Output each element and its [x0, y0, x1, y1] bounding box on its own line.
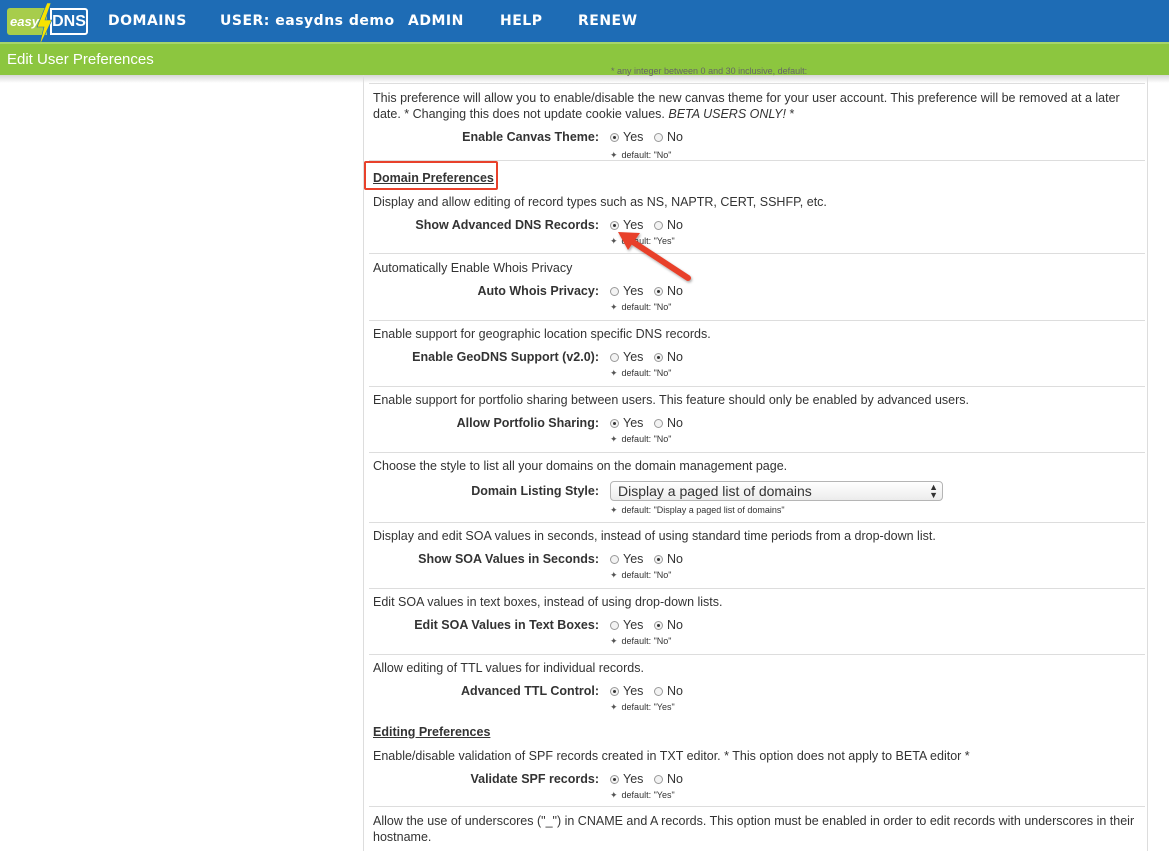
- pref-description: This preference will allow you to enable…: [373, 91, 1120, 121]
- default-note: ✦ default: "No": [610, 302, 672, 312]
- pref-label: Show SOA Values in Seconds:: [418, 552, 599, 566]
- radio-yes[interactable]: Yes: [610, 552, 643, 566]
- pref-row-whois-privacy: Automatically Enable Whois Privacy Auto …: [369, 255, 1145, 321]
- radio-no[interactable]: No: [654, 552, 683, 566]
- pref-row-portfolio-sharing: Enable support for portfolio sharing bet…: [369, 387, 1145, 453]
- radio-yes[interactable]: Yes: [610, 618, 643, 632]
- radio-yes[interactable]: Yes: [610, 772, 643, 786]
- radio-button[interactable]: [654, 555, 663, 564]
- nav-help[interactable]: HELP: [500, 13, 542, 29]
- radio-button[interactable]: [654, 687, 663, 696]
- pref-row-canvas-theme: This preference will allow you to enable…: [369, 83, 1145, 161]
- pref-row-geodns: Enable support for geographic location s…: [369, 321, 1145, 387]
- radio-button[interactable]: [654, 287, 663, 296]
- radio-button[interactable]: [654, 621, 663, 630]
- top-nav-bar: easy DNS DOMAINS USER: easydns demo ADMI…: [0, 0, 1169, 47]
- radio-yes[interactable]: Yes: [610, 416, 643, 430]
- pref-label: Advanced TTL Control:: [461, 684, 599, 698]
- radio-no[interactable]: No: [654, 618, 683, 632]
- annotation-arrow-icon: [618, 232, 691, 281]
- easydns-logo[interactable]: easy DNS: [4, 3, 88, 47]
- pref-label: Validate SPF records:: [470, 772, 599, 786]
- nav-admin[interactable]: ADMIN: [408, 13, 464, 29]
- radio-button[interactable]: [654, 419, 663, 428]
- pref-row-validate-spf: Enable/disable validation of SPF records…: [369, 745, 1145, 807]
- pref-row-ttl-control: Allow editing of TTL values for individu…: [369, 655, 1145, 721]
- default-note: ✦ default: "No": [610, 636, 672, 646]
- radio-yes[interactable]: Yes: [610, 350, 643, 364]
- pref-row-underscores: Allow the use of underscores ("_") in CN…: [369, 807, 1145, 851]
- pref-description: Edit SOA values in text boxes, instead o…: [373, 595, 723, 609]
- pref-label: Auto Whois Privacy:: [477, 284, 599, 298]
- pref-description: Allow the use of underscores ("_") in CN…: [373, 814, 1135, 844]
- pref-description: Enable support for geographic location s…: [373, 327, 711, 341]
- lightning-bolt-icon: [36, 3, 53, 47]
- radio-button[interactable]: [610, 419, 619, 428]
- page-title-bar: Edit User Preferences: [0, 42, 1169, 75]
- pref-label: Edit SOA Values in Text Boxes:: [414, 618, 599, 632]
- radio-yes[interactable]: Yes: [610, 130, 643, 144]
- highlight-box: [364, 161, 498, 190]
- pref-description: Allow editing of TTL values for individu…: [373, 661, 644, 675]
- logo-dns: DNS: [50, 8, 88, 35]
- section-editing-preferences: Editing Preferences: [373, 725, 491, 739]
- radio-no[interactable]: No: [654, 130, 683, 144]
- nav-renew[interactable]: RENEW: [578, 13, 638, 29]
- nav-domains[interactable]: DOMAINS: [108, 13, 187, 29]
- radio-button[interactable]: [654, 353, 663, 362]
- pref-label: Enable GeoDNS Support (v2.0):: [412, 350, 599, 364]
- radio-button[interactable]: [654, 775, 663, 784]
- radio-no[interactable]: No: [654, 350, 683, 364]
- cutoff-default-text: * any integer between 0 and 30 inclusive…: [611, 66, 808, 76]
- default-note: ✦ default: "Yes": [610, 702, 675, 712]
- select-arrows-icon: ▲ ▼: [929, 482, 938, 500]
- pref-label: Domain Listing Style:: [471, 484, 599, 498]
- pref-label: Show Advanced DNS Records:: [415, 218, 599, 232]
- pref-row-soa-textboxes: Edit SOA values in text boxes, instead o…: [369, 589, 1145, 655]
- radio-button[interactable]: [610, 687, 619, 696]
- radio-button[interactable]: [610, 287, 619, 296]
- radio-button[interactable]: [610, 555, 619, 564]
- default-note: ✦ default: "Display a paged list of domai…: [610, 505, 785, 515]
- radio-yes[interactable]: Yes: [610, 684, 643, 698]
- pref-description: Automatically Enable Whois Privacy: [373, 261, 573, 275]
- pref-description: Display and edit SOA values in seconds, …: [373, 529, 936, 543]
- pref-label: Allow Portfolio Sharing:: [456, 416, 599, 430]
- pref-description: Enable support for portfolio sharing bet…: [373, 393, 969, 407]
- pref-description: Choose the style to list all your domain…: [373, 459, 788, 473]
- radio-no[interactable]: No: [654, 684, 683, 698]
- radio-no[interactable]: No: [654, 416, 683, 430]
- radio-button[interactable]: [610, 353, 619, 362]
- default-note: ✦ default: "No": [610, 368, 672, 378]
- pref-description: Display and allow editing of record type…: [373, 195, 827, 209]
- pref-description: Enable/disable validation of SPF records…: [373, 749, 970, 763]
- page-title: Edit User Preferences: [7, 51, 154, 68]
- pref-row-soa-seconds: Display and edit SOA values in seconds, …: [369, 523, 1145, 589]
- pref-row-advanced-dns: Display and allow editing of record type…: [369, 191, 1145, 254]
- radio-button[interactable]: [654, 133, 663, 142]
- radio-button[interactable]: [610, 133, 619, 142]
- default-note: ✦ default: "Yes": [610, 790, 675, 800]
- nav-user[interactable]: USER: easydns demo: [220, 13, 395, 29]
- preferences-panel: * any integer between 0 and 30 inclusive…: [363, 66, 1148, 851]
- radio-button[interactable]: [610, 621, 619, 630]
- select-value: Display a paged list of domains: [618, 483, 812, 499]
- default-note: ✦ default: "No": [610, 434, 672, 444]
- domain-listing-style-select[interactable]: Display a paged list of domains ▲ ▼: [610, 481, 943, 501]
- pref-label: Enable Canvas Theme:: [462, 130, 599, 144]
- radio-no[interactable]: No: [654, 772, 683, 786]
- default-note: ✦ default: "No": [610, 570, 672, 580]
- radio-button[interactable]: [610, 775, 619, 784]
- default-note: ✦ default: "No": [610, 150, 672, 160]
